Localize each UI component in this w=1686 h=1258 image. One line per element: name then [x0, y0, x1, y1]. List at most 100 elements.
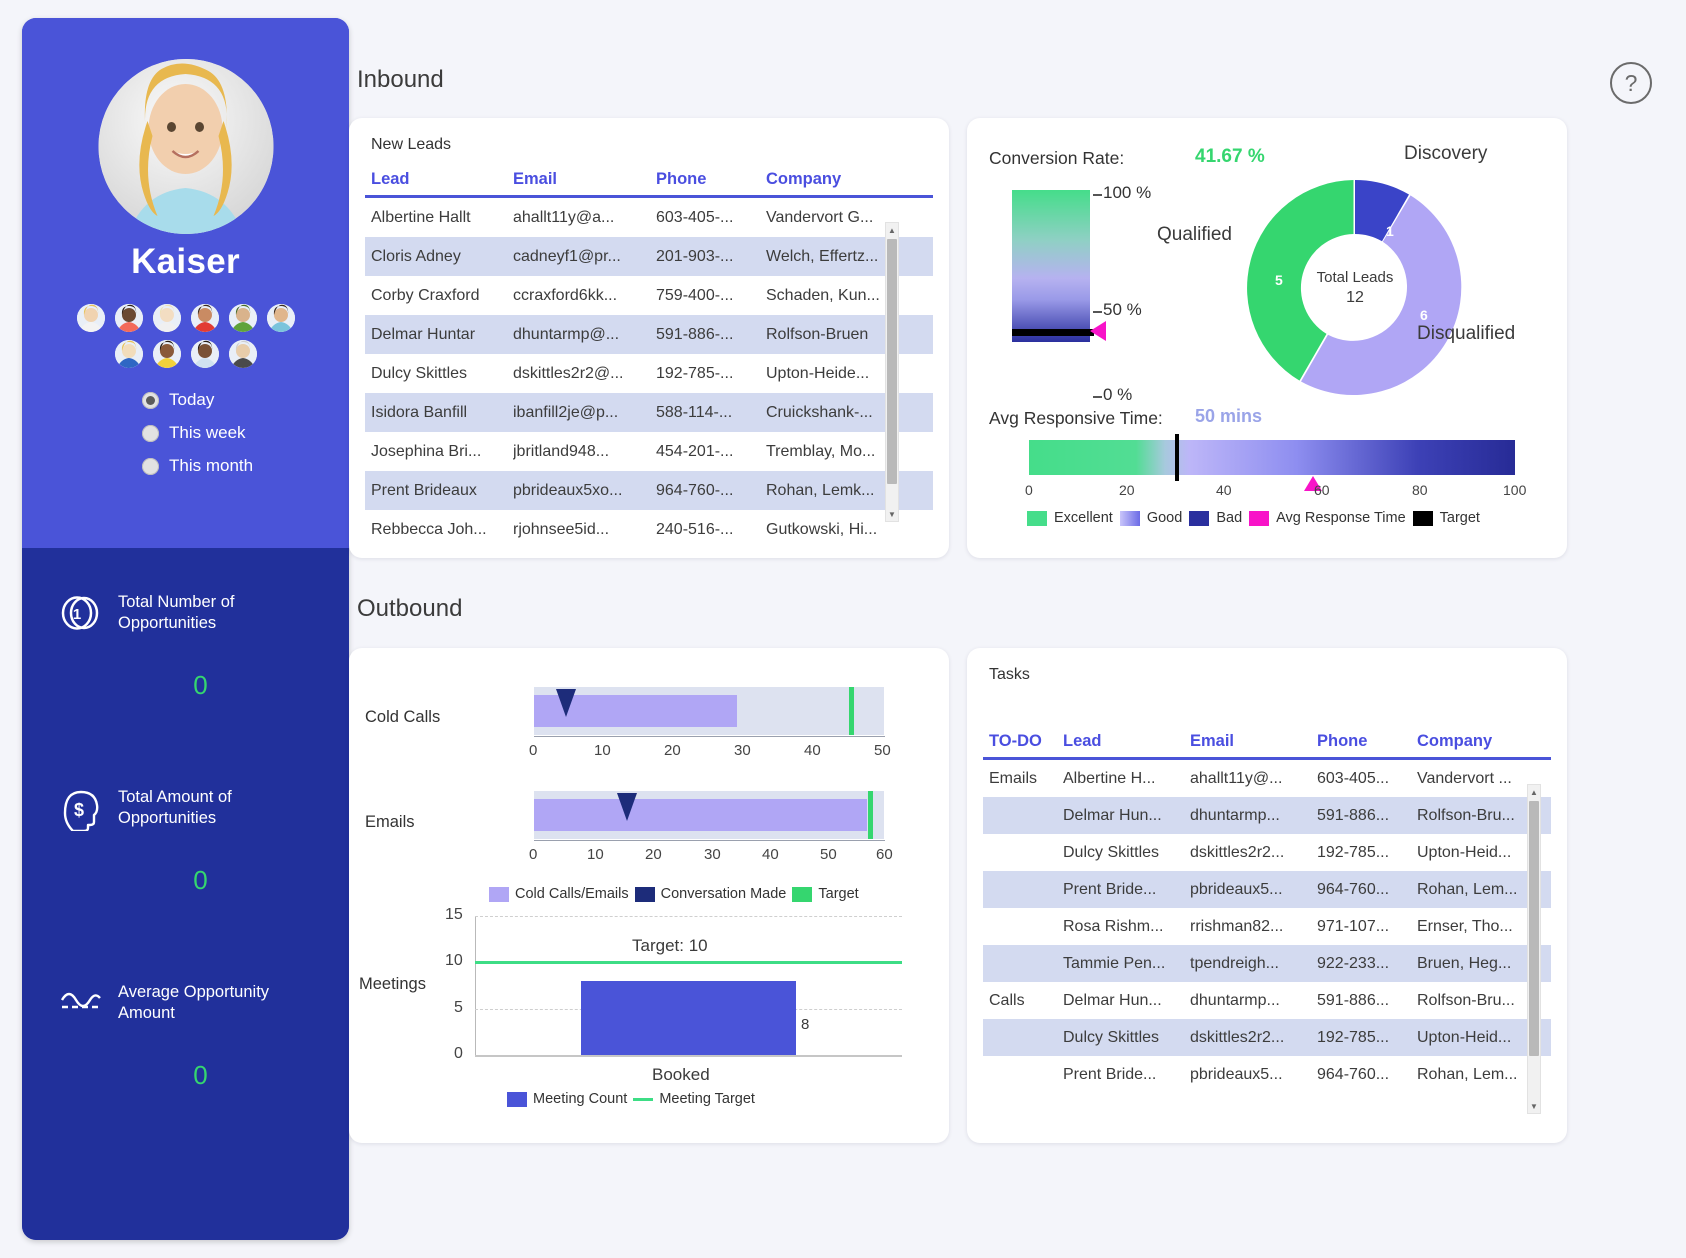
column-header-lead[interactable]: Lead — [1063, 732, 1190, 751]
svg-text:$: $ — [74, 800, 84, 820]
team-avatar[interactable] — [153, 304, 181, 332]
radio-dot-icon[interactable] — [142, 392, 159, 409]
meetings-x-axis — [475, 1055, 902, 1057]
cold-calls-conversation-marker — [556, 689, 576, 717]
table-row[interactable]: Dulcy Skittlesdskittles2r2...192-785...U… — [983, 1019, 1551, 1056]
column-header-email[interactable]: Email — [1190, 732, 1317, 751]
team-avatar[interactable] — [229, 304, 257, 332]
team-avatar[interactable] — [115, 340, 143, 368]
kpi-value: 0 — [22, 1060, 349, 1091]
meetings-bar-booked[interactable] — [581, 981, 796, 1055]
table-row[interactable]: Rebbecca Joh...rjohnsee5id...240-516-...… — [365, 510, 933, 549]
radio-dot-icon[interactable] — [142, 458, 159, 475]
team-avatar[interactable] — [191, 304, 219, 332]
radio-this-week[interactable]: This week — [142, 423, 253, 443]
scroll-up-icon[interactable]: ▲ — [886, 223, 898, 237]
team-avatars — [61, 304, 311, 368]
table-cell: Upton-Heid... — [1417, 844, 1542, 862]
table-row[interactable]: Delmar Hun...dhuntarmp...591-886...Rolfs… — [983, 797, 1551, 834]
table-row[interactable]: CallsDelmar Hun...dhuntarmp...591-886...… — [983, 982, 1551, 1019]
tasks-card: Tasks TO-DO Lead Email Phone Company Ema… — [967, 648, 1567, 1143]
emails-conversation-marker — [617, 793, 637, 821]
table-cell: 454-201-... — [656, 443, 766, 461]
donut-center-title: Total Leads — [1317, 269, 1394, 286]
legend-line-meeting-target — [633, 1098, 653, 1101]
em-tick-20: 20 — [645, 846, 662, 863]
scroll-up-icon[interactable]: ▲ — [1528, 785, 1540, 799]
table-cell: 964-760-... — [656, 482, 766, 500]
scroll-thumb[interactable] — [1529, 801, 1539, 1056]
kpi-title: Total Number of Opportunities — [118, 592, 288, 634]
scroll-thumb[interactable] — [887, 239, 897, 484]
team-avatar[interactable] — [115, 304, 143, 332]
table-row[interactable]: Tammie Pen...tpendreigh...922-233...Brue… — [983, 945, 1551, 982]
team-avatar[interactable] — [153, 340, 181, 368]
column-header-company[interactable]: Company — [1417, 732, 1542, 751]
table-cell: 964-760... — [1317, 1066, 1417, 1084]
team-avatar[interactable] — [267, 304, 295, 332]
team-avatar[interactable] — [191, 340, 219, 368]
kpi-title: Total Amount of Opportunities — [118, 787, 288, 829]
table-cell: jbritland948... — [513, 443, 656, 461]
kpi-total-number-opportunities: 1 Total Number of Opportunities 0 — [22, 568, 349, 763]
user-photo-icon — [98, 59, 273, 234]
tasks-scrollbar[interactable]: ▲ ▼ — [1527, 784, 1541, 1114]
table-row[interactable]: Prent Bride...pbrideaux5...964-760...Roh… — [983, 1056, 1551, 1093]
table-row[interactable]: Josephina Bri...jbritland948...454-201-.… — [365, 432, 933, 471]
table-row[interactable]: Isidora Banfillibanfill2je@p...588-114-.… — [365, 393, 933, 432]
column-header-company[interactable]: Company — [766, 170, 916, 189]
cc-tick-20: 20 — [664, 742, 681, 759]
scroll-down-icon[interactable]: ▼ — [1528, 1099, 1540, 1113]
column-header-phone[interactable]: Phone — [656, 170, 766, 189]
radio-dot-icon[interactable] — [142, 425, 159, 442]
column-header-lead[interactable]: Lead — [365, 170, 513, 189]
kpi-value: 0 — [22, 865, 349, 896]
column-header-phone[interactable]: Phone — [1317, 732, 1417, 751]
main-content: Inbound Outbound ? New Leads Lead Email … — [349, 18, 1668, 1240]
scroll-down-icon[interactable]: ▼ — [886, 507, 898, 521]
gauge-tick-0: 0 % — [1103, 385, 1132, 405]
legend-label-good: Good — [1147, 510, 1182, 526]
new-leads-scrollbar[interactable]: ▲ ▼ — [885, 222, 899, 522]
meetings-legend: Meeting Count Meeting Target — [507, 1091, 755, 1107]
art-tick-80: 80 — [1412, 482, 1428, 498]
gauge-tick-50: 50 % — [1103, 300, 1142, 320]
legend-swatch-cold-calls-emails — [489, 887, 509, 902]
column-header-email[interactable]: Email — [513, 170, 656, 189]
table-row[interactable]: EmailsAlbertine H...ahallt11y@...603-405… — [983, 760, 1551, 797]
table-cell: dhuntarmp... — [1190, 992, 1317, 1010]
table-cell: pbrideaux5... — [1190, 1066, 1317, 1084]
table-cell: Ernser, Tho... — [1417, 918, 1542, 936]
emails-target-marker — [868, 791, 873, 839]
table-row[interactable]: Dulcy Skittlesdskittles2r2@...192-785-..… — [365, 354, 933, 393]
em-tick-0: 0 — [529, 846, 537, 863]
table-row[interactable]: Albertine Halltahallt11y@a...603-405-...… — [365, 198, 933, 237]
conversion-rate-value: 41.67 % — [1195, 146, 1265, 168]
table-row[interactable]: Cloris Adneycadneyf1@pr...201-903-...Wel… — [365, 237, 933, 276]
table-cell: tpendreigh... — [1190, 955, 1317, 973]
table-row[interactable]: Delmar Huntardhuntarmp@...591-886-...Rol… — [365, 315, 933, 354]
legend-label-avg-response-time: Avg Response Time — [1276, 510, 1406, 526]
help-icon[interactable]: ? — [1610, 62, 1652, 104]
time-filter-group[interactable]: Today This week This month — [142, 390, 253, 489]
conversion-gauge — [1012, 190, 1090, 342]
radio-today[interactable]: Today — [142, 390, 253, 410]
table-row[interactable]: Prent Brideauxpbrideaux5xo...964-760-...… — [365, 471, 933, 510]
em-tick-30: 30 — [704, 846, 721, 863]
art-tick-20: 20 — [1119, 482, 1135, 498]
legend-swatch-target — [792, 887, 812, 902]
table-row[interactable]: Corby Craxfordccraxford6kk...759-400-...… — [365, 276, 933, 315]
avatar — [98, 59, 273, 234]
table-row[interactable]: Prent Bride...pbrideaux5...964-760...Roh… — [983, 871, 1551, 908]
radio-this-month[interactable]: This month — [142, 456, 253, 476]
donut-label-qualified: Qualified — [1157, 224, 1232, 246]
conversion-gauge-value-arrow — [1090, 321, 1106, 341]
table-cell: Dulcy Skittles — [1063, 844, 1190, 862]
column-header-todo[interactable]: TO-DO — [983, 732, 1063, 751]
avg-responsive-target-marker — [1175, 434, 1179, 481]
team-avatar[interactable] — [229, 340, 257, 368]
table-cell: ibanfill2je@p... — [513, 404, 656, 422]
table-row[interactable]: Dulcy Skittlesdskittles2r2...192-785...U… — [983, 834, 1551, 871]
table-row[interactable]: Rosa Rishm...rrishman82...971-107...Erns… — [983, 908, 1551, 945]
team-avatar[interactable] — [77, 304, 105, 332]
